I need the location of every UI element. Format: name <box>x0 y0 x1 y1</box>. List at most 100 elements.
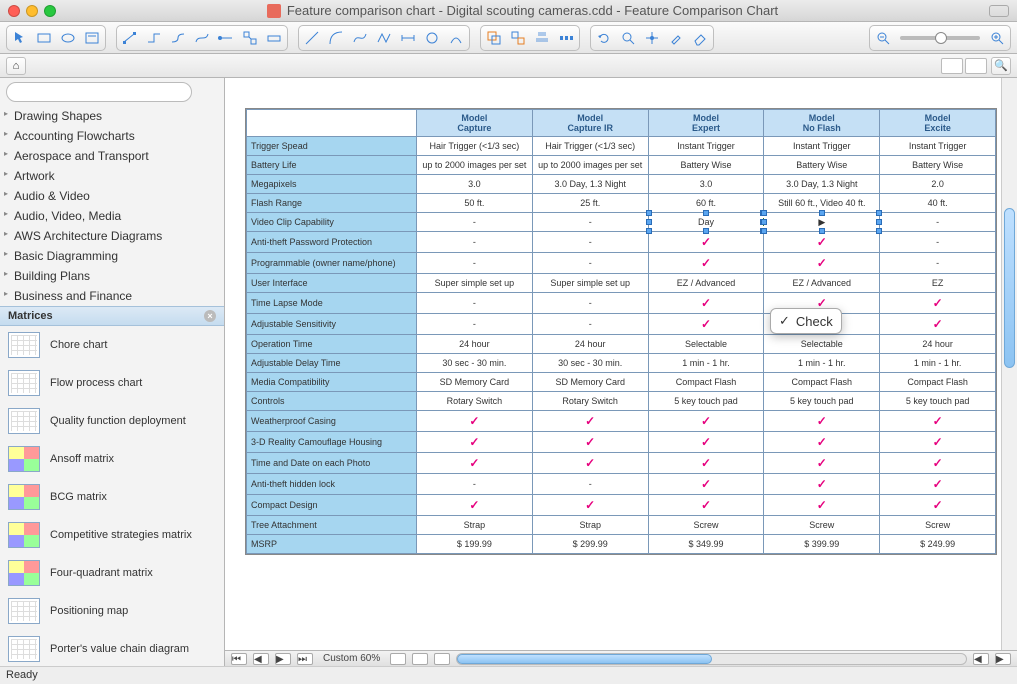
page-next-button[interactable]: ▶ <box>275 653 291 665</box>
library-search-input[interactable] <box>6 82 192 102</box>
context-popup[interactable]: ✓ Check <box>770 308 842 334</box>
table-cell[interactable]: ▶ <box>764 213 880 232</box>
table-cell[interactable]: 3.0 Day, 1.3 Night <box>532 175 648 194</box>
ungroup-tool[interactable] <box>507 28 529 48</box>
table-cell[interactable]: - <box>880 253 996 274</box>
page-last-button[interactable]: ⏭ <box>297 653 313 665</box>
table-cell[interactable]: ✓ <box>764 495 880 516</box>
connector-tool-6[interactable] <box>239 28 261 48</box>
table-cell[interactable]: ✓ <box>417 495 533 516</box>
zoom-tool[interactable] <box>617 28 639 48</box>
table-cell[interactable]: Compact Flash <box>880 373 996 392</box>
table-cell[interactable]: - <box>532 293 648 314</box>
shape-tool-2[interactable] <box>445 28 467 48</box>
table-cell[interactable]: 25 ft. <box>532 194 648 213</box>
eraser-tool[interactable] <box>689 28 711 48</box>
template-item[interactable]: Ansoff matrix <box>0 440 224 478</box>
table-cell[interactable]: Battery Wise <box>764 156 880 175</box>
table-cell[interactable]: 24 hour <box>417 335 533 354</box>
table-cell[interactable]: EZ / Advanced <box>648 274 764 293</box>
table-cell[interactable]: - <box>532 314 648 335</box>
table-cell[interactable]: ✓ <box>648 495 764 516</box>
table-cell[interactable]: ✓ <box>417 432 533 453</box>
table-cell[interactable]: ✓ <box>648 432 764 453</box>
minimize-window-button[interactable] <box>26 5 38 17</box>
table-cell[interactable]: ✓ <box>417 411 533 432</box>
table-cell[interactable]: 1 min - 1 hr. <box>648 354 764 373</box>
pan-tool[interactable] <box>641 28 663 48</box>
horizontal-scrollbar[interactable] <box>456 653 967 665</box>
align-tool[interactable] <box>531 28 553 48</box>
zoom-in-button[interactable] <box>986 28 1008 48</box>
table-cell[interactable]: ✓ <box>648 474 764 495</box>
table-cell[interactable]: ✓ <box>532 495 648 516</box>
table-cell[interactable]: - <box>417 253 533 274</box>
vertical-scrollbar[interactable] <box>1001 78 1017 650</box>
table-cell[interactable]: ✓ <box>764 432 880 453</box>
table-cell[interactable]: 30 sec - 30 min. <box>417 354 533 373</box>
close-window-button[interactable] <box>8 5 20 17</box>
table-cell[interactable]: 1 min - 1 hr. <box>764 354 880 373</box>
table-cell[interactable]: Super simple set up <box>417 274 533 293</box>
table-cell[interactable]: SD Memory Card <box>532 373 648 392</box>
scroll-right-button[interactable]: ▶ <box>995 653 1011 665</box>
table-cell[interactable]: Day <box>648 213 764 232</box>
zoom-level-label[interactable]: Custom 60% <box>319 653 384 664</box>
view-mode-2[interactable] <box>412 653 428 665</box>
table-cell[interactable]: ✓ <box>648 232 764 253</box>
table-cell[interactable]: Instant Trigger <box>648 137 764 156</box>
active-category-header[interactable]: Matrices × <box>0 306 224 326</box>
table-cell[interactable]: ✓ <box>880 474 996 495</box>
table-cell[interactable]: up to 2000 images per set <box>532 156 648 175</box>
table-cell[interactable]: 5 key touch pad <box>648 392 764 411</box>
table-cell[interactable]: - <box>532 213 648 232</box>
table-cell[interactable]: 3.0 <box>417 175 533 194</box>
table-cell[interactable]: Hair Trigger (<1/3 sec) <box>532 137 648 156</box>
table-cell[interactable]: 1 min - 1 hr. <box>880 354 996 373</box>
category-item[interactable]: Audio, Video, Media <box>0 206 224 226</box>
table-cell[interactable]: Super simple set up <box>532 274 648 293</box>
table-cell[interactable]: 50 ft. <box>417 194 533 213</box>
text-tool[interactable] <box>81 28 103 48</box>
zoom-window-button[interactable] <box>44 5 56 17</box>
arc-tool[interactable] <box>325 28 347 48</box>
table-cell[interactable]: 30 sec - 30 min. <box>532 354 648 373</box>
table-cell[interactable]: - <box>532 253 648 274</box>
table-cell[interactable]: $ 299.99 <box>532 535 648 554</box>
table-cell[interactable]: Selectable <box>648 335 764 354</box>
connector-tool-2[interactable] <box>143 28 165 48</box>
table-cell[interactable]: ✓ <box>532 411 648 432</box>
connector-tool-4[interactable] <box>191 28 213 48</box>
table-cell[interactable]: 24 hour <box>532 335 648 354</box>
thumbnail-view-button[interactable] <box>965 58 987 74</box>
table-cell[interactable]: Compact Flash <box>648 373 764 392</box>
table-cell[interactable]: $ 349.99 <box>648 535 764 554</box>
distribute-tool[interactable] <box>555 28 577 48</box>
table-cell[interactable]: Screw <box>764 516 880 535</box>
table-cell[interactable]: ✓ <box>764 232 880 253</box>
table-cell[interactable]: ✓ <box>648 314 764 335</box>
close-category-button[interactable]: × <box>204 310 216 322</box>
table-cell[interactable]: 5 key touch pad <box>764 392 880 411</box>
table-cell[interactable]: ✓ <box>648 253 764 274</box>
table-cell[interactable]: SD Memory Card <box>417 373 533 392</box>
group-tool[interactable] <box>483 28 505 48</box>
table-cell[interactable]: Selectable <box>764 335 880 354</box>
table-cell[interactable]: Hair Trigger (<1/3 sec) <box>417 137 533 156</box>
template-item[interactable]: Competitive strategies matrix <box>0 516 224 554</box>
table-cell[interactable]: 2.0 <box>880 175 996 194</box>
table-cell[interactable]: - <box>417 232 533 253</box>
table-cell[interactable]: Battery Wise <box>648 156 764 175</box>
table-cell[interactable]: ✓ <box>532 432 648 453</box>
table-cell[interactable]: Instant Trigger <box>764 137 880 156</box>
table-cell[interactable]: - <box>880 232 996 253</box>
category-item[interactable]: Drawing Shapes <box>0 106 224 126</box>
table-cell[interactable]: Screw <box>880 516 996 535</box>
library-search-button[interactable]: 🔍 <box>991 57 1011 75</box>
table-cell[interactable]: ✓ <box>880 293 996 314</box>
rotate-tool[interactable] <box>593 28 615 48</box>
table-cell[interactable]: - <box>880 213 996 232</box>
connector-tool-1[interactable] <box>119 28 141 48</box>
table-cell[interactable]: ✓ <box>532 453 648 474</box>
table-cell[interactable]: - <box>417 474 533 495</box>
